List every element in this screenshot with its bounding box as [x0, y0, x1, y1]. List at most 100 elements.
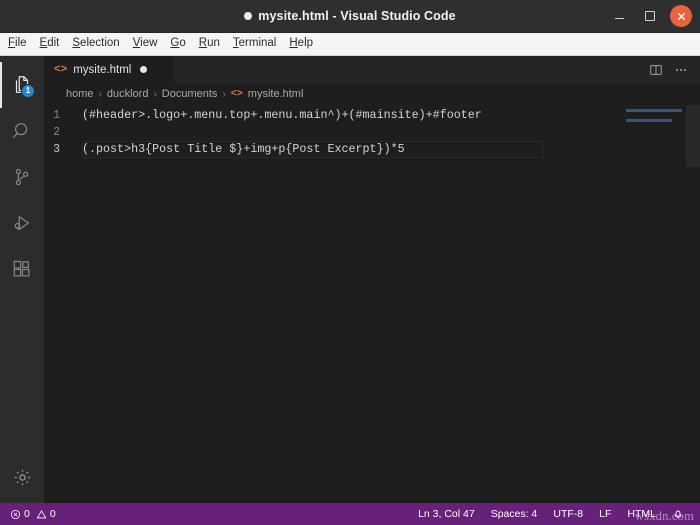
- close-button[interactable]: [670, 5, 692, 27]
- breadcrumb-item-documents[interactable]: Documents: [162, 88, 218, 100]
- eol-label: LF: [599, 508, 612, 520]
- tab-mysite-html[interactable]: <> mysite.html: [44, 56, 175, 83]
- status-bar: 0 0 Ln 3, Col 47 Spaces: 4 UTF-8 LF HTML: [0, 503, 700, 525]
- cursor-position-label: Ln 3, Col 47: [418, 508, 475, 520]
- split-editor-button[interactable]: [649, 63, 663, 77]
- line-number: 3: [53, 143, 60, 156]
- indentation-label: Spaces: 4: [490, 508, 538, 520]
- menu-run-mnemonic: R: [198, 37, 208, 50]
- code-line-1: 1 (#header>.logo+.menu.top+.menu.main^)+…: [44, 107, 622, 124]
- maximize-button[interactable]: [639, 5, 661, 27]
- menu-file-mnemonic: F: [8, 37, 16, 50]
- menu-selection[interactable]: Selection: [72, 38, 119, 50]
- minimap-line: [626, 119, 672, 122]
- menu-terminal[interactable]: Terminal: [233, 38, 276, 50]
- window-controls: [608, 0, 692, 32]
- sidebar-item-manage[interactable]: [0, 453, 44, 501]
- indentation-status[interactable]: Spaces: 4: [483, 503, 546, 525]
- menu-selection-mnemonic: S: [72, 37, 81, 50]
- search-icon: [13, 123, 28, 139]
- window-title: mysite.html - Visual Studio Code: [244, 9, 456, 23]
- menu-run-rest: un: [207, 37, 220, 50]
- more-actions-button[interactable]: [674, 63, 688, 77]
- menu-view[interactable]: View: [133, 38, 158, 50]
- window-title-text: mysite.html - Visual Studio Code: [258, 9, 456, 23]
- split-editor-icon: [650, 64, 662, 75]
- explorer-badge: 1: [21, 84, 35, 98]
- tab-label: mysite.html: [73, 63, 132, 76]
- sidebar-item-extensions[interactable]: [0, 246, 44, 292]
- code-line-3: 3 (.post>h3{Post Title $}+img+p{Post Exc…: [44, 141, 622, 158]
- line-text: (.post>h3{Post Title $}+img+p{Post Excer…: [82, 142, 405, 156]
- notifications-status[interactable]: [664, 503, 692, 525]
- vscode-window: mysite.html - Visual Studio Code File Ed…: [0, 0, 700, 525]
- encoding-label: UTF-8: [553, 508, 584, 520]
- language-mode-label: HTML: [627, 508, 656, 520]
- editor-tab-bar: <> mysite.html: [44, 56, 700, 83]
- menu-go[interactable]: Go: [170, 38, 185, 50]
- source-control-icon: [15, 168, 29, 186]
- breadcrumb-item-mysite-html[interactable]: mysite.html: [248, 88, 304, 100]
- language-mode-status[interactable]: HTML: [619, 503, 664, 525]
- menu-go-rest: o: [179, 37, 186, 50]
- menu-help-rest: elp: [297, 37, 314, 50]
- encoding-status[interactable]: UTF-8: [545, 503, 591, 525]
- run-debug-icon: [14, 215, 30, 231]
- editor-group: <> mysite.html home › ducklord › Documen…: [44, 56, 700, 503]
- minimap-line: [626, 109, 682, 112]
- error-count: 0: [24, 508, 30, 520]
- code-content[interactable]: 1 (#header>.logo+.menu.top+.menu.main^)+…: [44, 105, 622, 503]
- breadcrumb-item-home[interactable]: home: [66, 88, 94, 100]
- minimize-button[interactable]: [608, 5, 630, 27]
- maximize-icon: [645, 11, 655, 21]
- eol-status[interactable]: LF: [591, 503, 619, 525]
- unsaved-indicator-icon: [244, 12, 253, 20]
- line-text: (#header>.logo+.menu.top+.menu.main^)+(#…: [82, 108, 482, 122]
- gear-icon: [14, 469, 30, 485]
- breadcrumb: home › ducklord › Documents › <> mysite.…: [44, 83, 700, 105]
- tab-unsaved-icon: [140, 66, 148, 73]
- status-bar-left: 0 0: [6, 503, 60, 525]
- menu-selection-rest: election: [80, 37, 120, 50]
- editor-actions: [649, 56, 700, 83]
- minimize-icon: [614, 17, 624, 20]
- menu-terminal-rest: erminal: [238, 37, 277, 50]
- status-bar-right: Ln 3, Col 47 Spaces: 4 UTF-8 LF HTML: [410, 503, 692, 525]
- breadcrumb-separator: ›: [222, 88, 226, 100]
- menu-view-rest: iew: [140, 37, 158, 50]
- minimap[interactable]: [622, 105, 700, 503]
- menu-run[interactable]: Run: [199, 38, 220, 50]
- sidebar-item-run-and-debug[interactable]: [0, 200, 44, 246]
- breadcrumb-html-file-icon: <>: [230, 88, 243, 100]
- sidebar-item-search[interactable]: [0, 108, 44, 154]
- warning-icon: [36, 509, 46, 518]
- cursor-position-status[interactable]: Ln 3, Col 47: [410, 503, 483, 525]
- extensions-icon: [13, 260, 30, 277]
- error-icon: [10, 509, 21, 519]
- bell-icon: [674, 510, 682, 519]
- sidebar-item-explorer[interactable]: 1: [0, 62, 44, 108]
- problems-status[interactable]: 0 0: [6, 503, 60, 525]
- code-line-2: 2: [44, 124, 622, 141]
- menu-help[interactable]: Help: [289, 38, 313, 50]
- breadcrumb-item-ducklord[interactable]: ducklord: [107, 88, 149, 100]
- line-number: 2: [53, 126, 60, 139]
- minimap-slider[interactable]: [686, 105, 700, 167]
- menu-bar: File Edit Selection View Go Run Terminal…: [0, 33, 700, 56]
- menu-edit-rest: dit: [47, 37, 60, 50]
- sidebar-item-source-control[interactable]: [0, 154, 44, 200]
- line-number: 1: [53, 109, 60, 122]
- warning-count: 0: [49, 508, 56, 520]
- title-bar: mysite.html - Visual Studio Code: [0, 0, 700, 33]
- menu-edit[interactable]: Edit: [40, 38, 60, 50]
- breadcrumb-separator: ›: [153, 88, 157, 100]
- ellipsis-icon: [676, 68, 686, 71]
- text-editor[interactable]: 1 (#header>.logo+.menu.top+.menu.main^)+…: [44, 105, 700, 503]
- menu-file-rest: ile: [15, 37, 27, 50]
- html-file-icon: <>: [54, 63, 68, 76]
- activity-bar: 1: [0, 56, 44, 503]
- close-icon: [677, 12, 685, 20]
- menu-file[interactable]: File: [8, 38, 27, 50]
- breadcrumb-separator: ›: [98, 88, 102, 100]
- menu-help-mnemonic: H: [289, 37, 298, 50]
